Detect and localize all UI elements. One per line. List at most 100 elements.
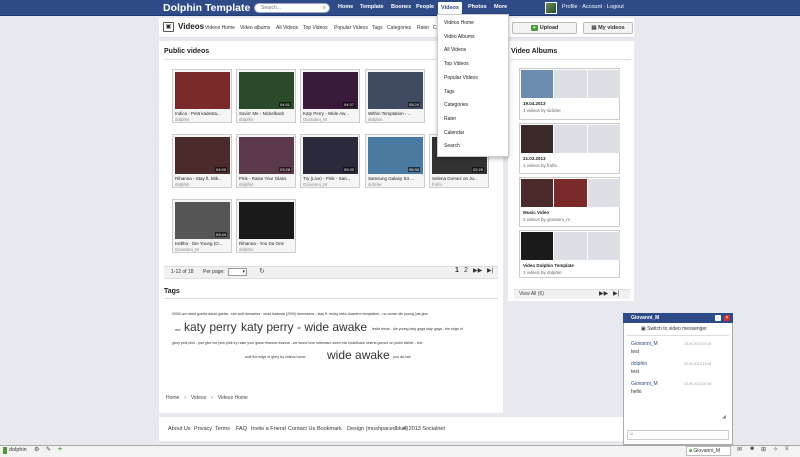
album-thumbnail[interactable] bbox=[521, 232, 554, 260]
video-title[interactable]: Selena Gomez on Ju... bbox=[432, 176, 488, 181]
tag-cloud-line[interactable]: wolf the edge of glory try videos home bbox=[245, 355, 306, 359]
video-author[interactable]: Giovanni_M bbox=[303, 117, 327, 122]
last-page-icon[interactable]: ▶| bbox=[487, 267, 493, 274]
chat-sender[interactable]: Giovanni_M bbox=[631, 381, 658, 387]
chat-sender[interactable]: Giovanni_M bbox=[631, 341, 658, 347]
video-title[interactable]: Pink - Raise Your Glass bbox=[239, 176, 295, 181]
cart-icon[interactable]: ⊞ bbox=[761, 446, 766, 453]
dropdown-item[interactable]: Categories bbox=[444, 102, 468, 108]
sublink-popular-videos[interactable]: Popular Videos bbox=[334, 25, 368, 31]
album-thumbnail[interactable] bbox=[587, 125, 620, 153]
sublink-top-videos[interactable]: Top Videos bbox=[303, 25, 328, 31]
video-card[interactable]: Rihanna - You Da One dolphin bbox=[236, 199, 296, 253]
video-card[interactable]: 06:30 Samsung Galaxy S4 ... sidiclei bbox=[365, 134, 425, 188]
dropdown-item[interactable]: Videos Home bbox=[444, 20, 474, 26]
album-thumbnail[interactable] bbox=[521, 125, 554, 153]
video-author[interactable]: dolphin bbox=[368, 117, 383, 122]
nav-template[interactable]: Template bbox=[360, 4, 384, 10]
album-thumbnail[interactable] bbox=[521, 179, 554, 207]
album-thumbnail[interactable] bbox=[554, 179, 587, 207]
video-title[interactable]: Indica - Pelä kadesta... bbox=[175, 111, 231, 116]
album-title[interactable]: 19.04.2013 bbox=[523, 101, 546, 106]
video-author[interactable]: dolphin bbox=[175, 182, 190, 187]
video-author[interactable]: Giovanni_M bbox=[175, 247, 199, 252]
album-thumbnail[interactable] bbox=[554, 70, 587, 98]
video-card[interactable]: 05:30 Try (Live) - Pink - San... Giovanni_… bbox=[300, 134, 360, 188]
nav-boonex[interactable]: Boonex bbox=[391, 4, 411, 10]
tag-cloud-line[interactable]: leslie leshe - die young lady gaga lady … bbox=[372, 327, 463, 331]
search-input[interactable] bbox=[255, 4, 317, 12]
video-card[interactable]: 03:28 Pink - Raise Your Glass dolphin bbox=[236, 134, 296, 188]
video-thumbnail[interactable] bbox=[239, 202, 294, 239]
refresh-icon[interactable]: ↻ bbox=[259, 267, 265, 275]
album-thumbnail[interactable] bbox=[587, 232, 620, 260]
video-author[interactable]: dolphin bbox=[175, 117, 190, 122]
video-author[interactable]: frulfo bbox=[432, 182, 442, 187]
search-icon[interactable]: ⌕ bbox=[323, 5, 326, 12]
dropdown-item[interactable]: All Videos bbox=[444, 47, 466, 53]
page-1-link[interactable]: 1 bbox=[455, 267, 459, 274]
video-author[interactable]: dolphin bbox=[239, 182, 254, 187]
chat-input[interactable] bbox=[627, 430, 729, 440]
bottom-user[interactable]: dolphin bbox=[9, 447, 27, 453]
video-title[interactable]: Within Temptation - ... bbox=[368, 111, 424, 116]
album-thumbnail[interactable] bbox=[554, 232, 587, 260]
chat-tab[interactable]: ■ Giovanni_M bbox=[686, 446, 731, 456]
edit-icon[interactable]: ✎ bbox=[46, 446, 51, 453]
video-author[interactable]: sidiclei bbox=[368, 182, 382, 187]
video-card[interactable]: Indica - Pelä kadesta... dolphin bbox=[172, 69, 232, 123]
close-icon[interactable]: × bbox=[724, 315, 730, 321]
tag-wide-awake[interactable]: wide awake bbox=[327, 348, 390, 362]
list-icon[interactable]: ≡ bbox=[785, 446, 789, 452]
footer-faq[interactable]: FAQ bbox=[236, 426, 247, 432]
nav-photos[interactable]: Photos bbox=[468, 4, 487, 10]
page-2-link[interactable]: 2 bbox=[464, 267, 468, 274]
album-card[interactable]: 21.03.2013 1 videos by frulfo bbox=[519, 123, 620, 174]
friends-icon[interactable]: ☻ bbox=[749, 446, 755, 452]
album-title[interactable]: Video Dolphin Template bbox=[523, 263, 574, 268]
sublink-categories[interactable]: Categories bbox=[387, 25, 411, 31]
video-title[interactable]: Katy Perry - Wide Aw... bbox=[303, 111, 359, 116]
dropdown-item[interactable]: Tags bbox=[444, 89, 455, 95]
chat-sender[interactable]: dolphin bbox=[631, 361, 647, 367]
alerts-icon[interactable]: ✧ bbox=[773, 446, 778, 453]
album-card[interactable]: 19.04.2013 1 videos by sidiclei bbox=[519, 68, 620, 120]
dropdown-item[interactable]: Popular Videos bbox=[444, 75, 478, 81]
video-card[interactable]: 03:44 Ke$ha - Die Young (O... Giovanni_M bbox=[172, 199, 232, 253]
sublink-videos-home[interactable]: Videos Home bbox=[205, 25, 235, 31]
album-title[interactable]: 21.03.2013 bbox=[523, 156, 546, 161]
footer-contact[interactable]: Contact Us bbox=[288, 426, 315, 432]
sublink-video-albums[interactable]: Video albums bbox=[240, 25, 270, 31]
video-title[interactable]: Ke$ha - Die Young (O... bbox=[175, 241, 231, 246]
video-card[interactable]: 04:00 Rihanna - Stay ft. Mik... dolphin bbox=[172, 134, 232, 188]
breadcrumb-videos[interactable]: Videos bbox=[191, 395, 206, 401]
dropdown-item[interactable]: Rater bbox=[444, 116, 456, 122]
per-page-select[interactable]: ▾ bbox=[228, 268, 247, 276]
tag-katy-perry[interactable]: katy perry bbox=[184, 320, 237, 334]
video-title[interactable]: Samsung Galaxy S4 ... bbox=[368, 176, 424, 181]
site-logo[interactable]: Dolphin Template bbox=[163, 2, 250, 14]
dropdown-item[interactable]: Search bbox=[444, 143, 460, 149]
my-videos-button[interactable]: ▤ My videos bbox=[583, 22, 633, 34]
footer-about[interactable]: About Us bbox=[168, 426, 191, 432]
dropdown-item[interactable]: Top Videos bbox=[444, 61, 469, 67]
album-title[interactable]: Music Video bbox=[523, 210, 549, 215]
tag-cloud-line[interactable]: me bbox=[175, 327, 181, 332]
video-card[interactable]: 04:51 Savin' Me - Nickelback dolphin bbox=[236, 69, 296, 123]
video-title[interactable]: Try (Live) - Pink - San... bbox=[303, 176, 359, 181]
album-thumbnail[interactable] bbox=[554, 125, 587, 153]
dropdown-item[interactable]: Video Albums bbox=[444, 34, 474, 40]
profile-links[interactable]: Profile · Account · Logout bbox=[562, 4, 624, 10]
tag-cloud-line[interactable]: you da one bbox=[393, 355, 411, 359]
album-thumbnail[interactable] bbox=[587, 70, 620, 98]
video-thumbnail[interactable] bbox=[175, 72, 230, 109]
add-icon[interactable]: + bbox=[58, 446, 62, 453]
album-thumbnail[interactable] bbox=[521, 70, 554, 98]
smiley-icon[interactable]: ☺ bbox=[629, 431, 634, 437]
footer-invite[interactable]: Invite a Friend bbox=[251, 426, 286, 432]
nav-home[interactable]: Home bbox=[338, 4, 353, 10]
resize-handle-icon[interactable]: ◢ bbox=[722, 414, 726, 420]
sublink-all-videos[interactable]: All Videos bbox=[276, 25, 298, 31]
footer-bookmark[interactable]: Bookmark bbox=[317, 426, 342, 432]
tag-cloud-line[interactable]: glory pink pink - just give me pink pink… bbox=[172, 341, 423, 345]
